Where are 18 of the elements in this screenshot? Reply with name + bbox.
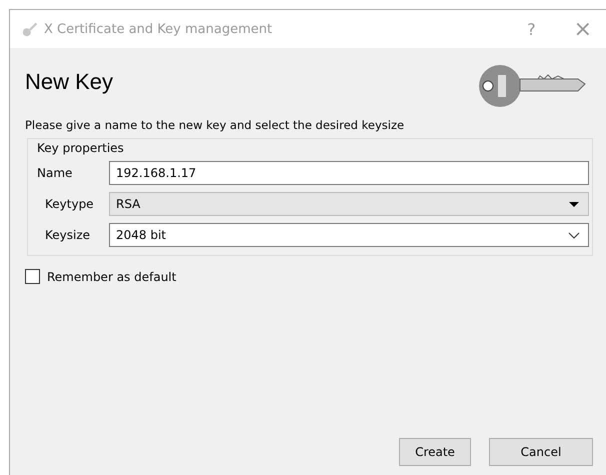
caret-icon [568,231,580,239]
caret-icon [568,200,580,208]
cancel-button[interactable]: Cancel [489,438,593,466]
dialog-heading: New Key [25,69,114,95]
checkbox-label[interactable]: Remember as default [47,270,176,284]
key-icon [22,21,38,37]
create-button[interactable]: Create [399,438,471,466]
checkbox[interactable] [25,269,40,284]
window-title: X Certificate and Key management [44,22,272,36]
dropdown[interactable]: 2048 bit [109,223,589,247]
instruction-text: Please give a name to the new key and select the desired keysize [25,118,406,132]
input-field[interactable]: 192.168.1.17 [109,161,589,185]
field-label: Name [37,166,74,180]
field-label: Keytype [44,197,95,211]
key-icon [478,63,588,109]
field-label: Keysize [44,228,92,242]
dropdown[interactable]: RSA [109,192,589,216]
group-title: Key properties [37,141,125,155]
